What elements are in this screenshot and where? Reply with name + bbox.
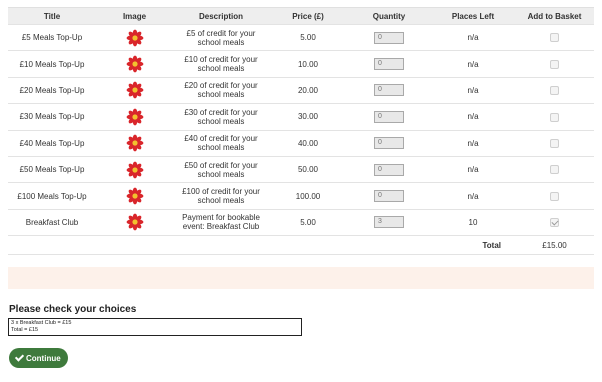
table-header-row: Title Image Description Price (£) Quanti… xyxy=(8,7,594,25)
item-places-left: n/a xyxy=(431,182,515,210)
table-row: £40 Meals Top-Up £40 of credit for your s… xyxy=(8,129,594,157)
item-description: Payment for bookable event: Breakfast Cl… xyxy=(173,208,269,236)
item-description: £30 of credit for your school meals xyxy=(173,103,269,131)
item-description: £10 of credit for your school meals xyxy=(173,50,269,78)
table-row: £5 Meals Top-Up £5 of credit for your sch… xyxy=(8,23,594,51)
item-price: 10.00 xyxy=(269,50,347,78)
item-price: 20.00 xyxy=(269,76,347,104)
flower-icon xyxy=(126,108,143,126)
quantity-input[interactable]: 3 xyxy=(374,216,404,229)
choices-title: Please check your choices xyxy=(9,304,137,315)
choices-line: 3 x Breakfast Club = £15 xyxy=(11,320,72,326)
item-title: £10 Meals Top-Up xyxy=(8,50,96,78)
flower-icon xyxy=(126,187,143,205)
add-to-basket-checkbox[interactable] xyxy=(550,112,559,122)
header-add-to-basket: Add to Basket xyxy=(515,7,594,25)
flower-icon xyxy=(126,29,143,47)
item-price: 100.00 xyxy=(269,182,347,210)
flower-icon xyxy=(126,82,143,99)
item-description: £5 of credit for your school meals xyxy=(173,23,269,51)
item-price: 40.00 xyxy=(269,129,347,157)
item-title: £20 Meals Top-Up xyxy=(8,76,96,104)
item-price: 50.00 xyxy=(269,155,347,183)
add-to-basket-checkbox[interactable] xyxy=(550,165,559,175)
item-description: £20 of credit for your school meals xyxy=(173,76,269,104)
item-places-left: n/a xyxy=(431,50,515,78)
flower-icon xyxy=(126,55,143,73)
table-row: £20 Meals Top-Up £20 of credit for your s… xyxy=(8,76,594,104)
item-title: £100 Meals Top-Up xyxy=(8,182,96,210)
header-image: Image xyxy=(96,7,173,25)
item-price: 5.00 xyxy=(269,23,347,51)
item-title: £40 Meals Top-Up xyxy=(8,129,96,157)
table-row: £30 Meals Top-Up £30 of credit for your s… xyxy=(8,103,594,131)
header-title: Title xyxy=(8,7,96,25)
table-row: £10 Meals Top-Up £10 of credit for your s… xyxy=(8,50,594,78)
item-description: £100 of credit for your school meals xyxy=(173,182,269,210)
item-title: £30 Meals Top-Up xyxy=(8,103,96,131)
check-icon xyxy=(15,354,23,362)
total-value: £15.00 xyxy=(515,235,594,256)
item-places-left: n/a xyxy=(431,23,515,51)
continue-label: Continue xyxy=(26,353,61,363)
item-price: 30.00 xyxy=(269,103,347,131)
header-quantity: Quantity xyxy=(347,7,431,25)
quantity-input[interactable]: 0 xyxy=(374,31,404,44)
item-places-left: n/a xyxy=(431,155,515,183)
flower-icon xyxy=(126,214,143,231)
header-places-left: Places Left xyxy=(431,7,515,25)
table-row: Breakfast Club Payment for bookable event… xyxy=(8,208,594,236)
item-description: £40 of credit for your school meals xyxy=(173,129,269,157)
quantity-input[interactable]: 0 xyxy=(374,163,404,176)
item-places-left: 10 xyxy=(431,208,515,236)
quantity-input[interactable]: 0 xyxy=(374,84,404,97)
table-row: £50 Meals Top-Up £50 of credit for your s… xyxy=(8,155,594,183)
continue-button[interactable]: Continue xyxy=(9,348,68,368)
add-to-basket-checkbox[interactable] xyxy=(550,218,559,228)
quantity-input[interactable]: 0 xyxy=(374,58,404,71)
add-to-basket-checkbox[interactable] xyxy=(550,191,559,201)
flower-icon xyxy=(126,134,143,152)
item-places-left: n/a xyxy=(431,129,515,157)
item-description: £50 of credit for your school meals xyxy=(173,155,269,183)
choices-summary-box: 3 x Breakfast Club = £15 Total = £15 xyxy=(8,318,302,336)
choices-total-line: Total = £15 xyxy=(11,327,39,333)
item-title: Breakfast Club xyxy=(8,208,96,236)
header-price: Price (£) xyxy=(269,7,347,25)
item-title: £50 Meals Top-Up xyxy=(8,155,96,183)
header-description: Description xyxy=(173,7,269,25)
item-places-left: n/a xyxy=(431,103,515,131)
add-to-basket-checkbox[interactable] xyxy=(550,138,559,148)
flower-icon xyxy=(126,161,143,179)
item-title: £5 Meals Top-Up xyxy=(8,23,96,51)
table-row: £100 Meals Top-Up £100 of credit for your… xyxy=(8,182,594,210)
item-price: 5.00 xyxy=(269,208,347,236)
items-table: Title Image Description Price (£) Quanti… xyxy=(8,7,594,256)
add-to-basket-checkbox[interactable] xyxy=(550,33,559,43)
add-to-basket-checkbox[interactable] xyxy=(550,59,559,69)
total-row: Total £15.00 xyxy=(8,235,594,256)
add-to-basket-checkbox[interactable] xyxy=(550,86,559,96)
total-label: Total xyxy=(431,235,515,256)
quantity-input[interactable]: 0 xyxy=(374,110,404,123)
quantity-input[interactable]: 0 xyxy=(374,137,404,150)
item-places-left: n/a xyxy=(431,76,515,104)
quantity-input[interactable]: 0 xyxy=(374,190,404,203)
notice-banner xyxy=(8,267,594,289)
